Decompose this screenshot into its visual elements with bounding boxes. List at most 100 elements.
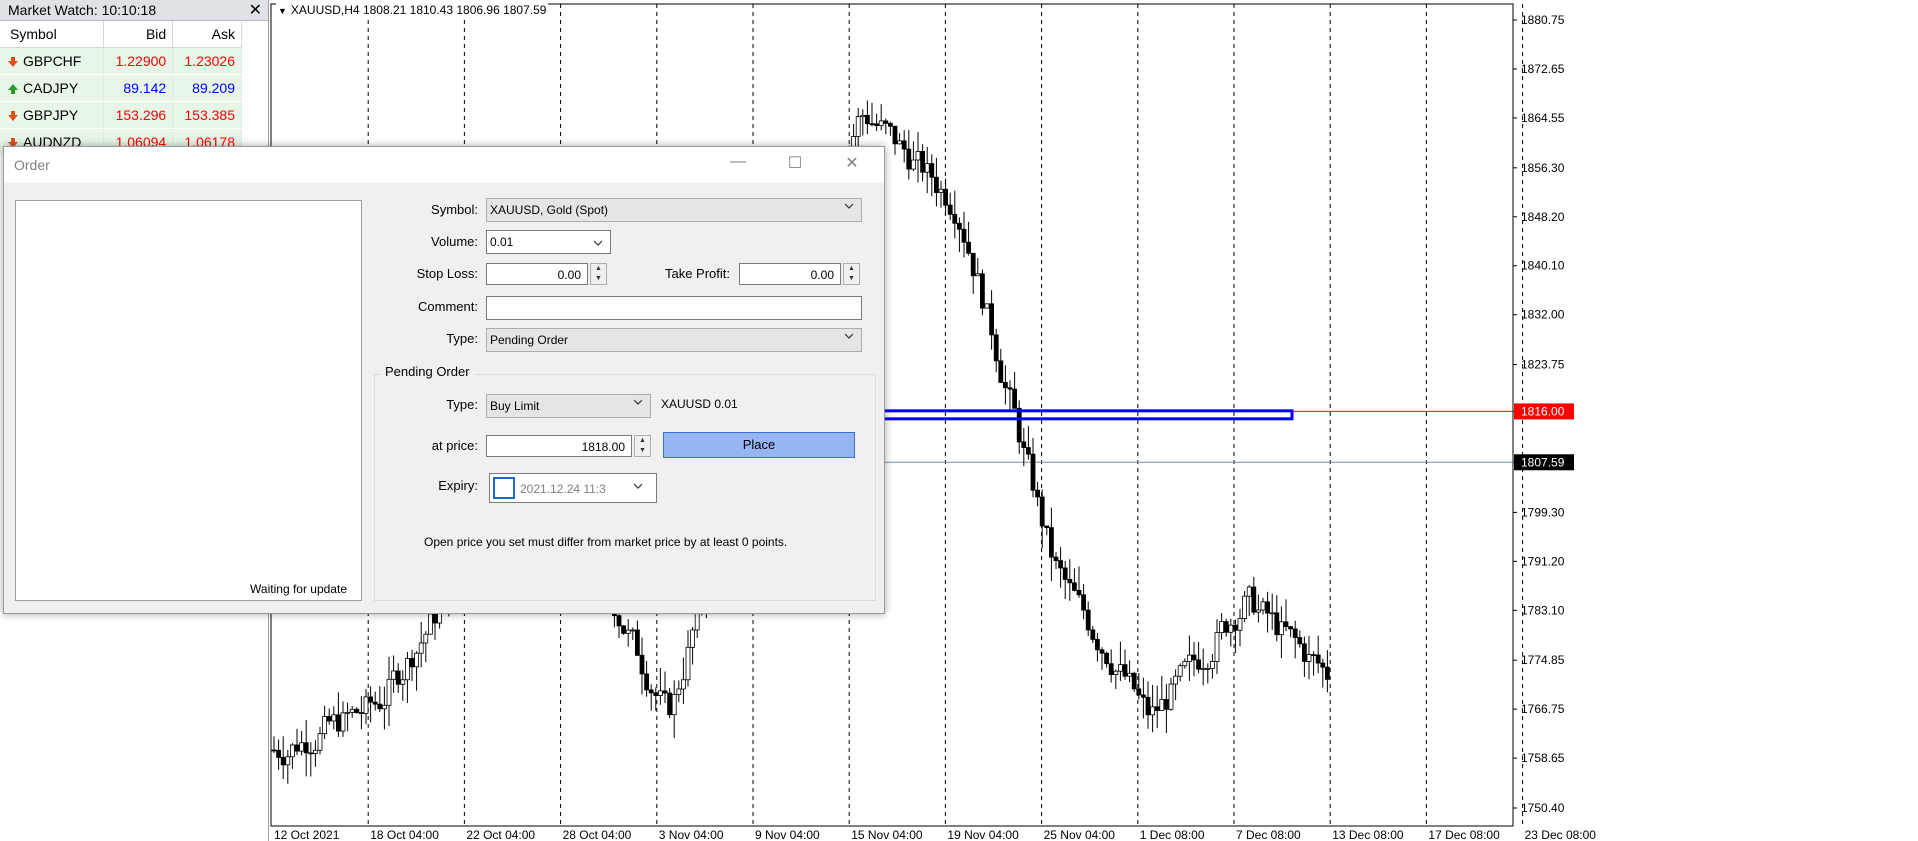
pending-type-select[interactable]: Buy Limit	[486, 394, 651, 418]
market-watch-row[interactable]: CADJPY 89.142 89.209	[0, 74, 242, 102]
arrow-up-icon[interactable]: ▲	[591, 264, 606, 274]
candle-body	[285, 756, 291, 766]
chevron-down-icon	[634, 483, 642, 489]
candle-body	[1016, 407, 1022, 443]
candle-body	[924, 163, 930, 173]
expiry-checkbox[interactable]	[493, 477, 515, 499]
take-profit-stepper[interactable]: ▲ ▼	[843, 263, 860, 285]
comment-field[interactable]	[486, 296, 862, 320]
price-axis-label: 1766.75	[1521, 702, 1565, 716]
stop-loss-stepper[interactable]: ▲ ▼	[590, 263, 607, 285]
time-axis-label: 7 Dec 08:00	[1236, 828, 1301, 841]
volume-label: Volume:	[431, 234, 478, 249]
candle-body	[368, 696, 373, 703]
candle-body	[934, 176, 939, 193]
pending-type-label: Type:	[446, 397, 478, 412]
order-type-select[interactable]: Pending Order	[486, 328, 862, 352]
candle-body	[382, 704, 387, 710]
candle-body	[1049, 527, 1054, 558]
arrow-up-icon[interactable]: ▲	[635, 436, 650, 446]
arrow-up-icon[interactable]: ▲	[844, 264, 859, 274]
candle-body	[1072, 582, 1077, 591]
column-header-bid[interactable]: Bid	[103, 21, 174, 48]
price-axis-label: 1750.40	[1521, 801, 1565, 815]
minimize-button[interactable]: —	[724, 153, 752, 177]
candle-body	[303, 742, 309, 754]
candle-body	[869, 123, 875, 126]
candle-body	[1256, 609, 1261, 613]
candle-body	[1196, 659, 1201, 670]
candle-body	[1182, 661, 1188, 667]
take-profit-field[interactable]: 0.00	[739, 263, 841, 285]
chevron-down-icon	[845, 203, 853, 209]
time-axis-label: 18 Oct 04:00	[370, 828, 439, 841]
order-titlebar[interactable]: Order — ☐ ✕	[4, 147, 884, 183]
candle-body	[888, 122, 893, 127]
close-icon[interactable]: ✕	[249, 0, 262, 20]
candle-body	[943, 188, 948, 206]
candle-body	[671, 694, 677, 716]
at-price-field[interactable]: 1818.00	[486, 435, 632, 457]
maximize-button[interactable]: ☐	[781, 153, 809, 177]
candle-body	[1292, 628, 1298, 638]
price-axis-label: 1848.20	[1521, 210, 1565, 224]
arrow-down-icon[interactable]: ▼	[591, 274, 606, 284]
time-axis-label: 23 Dec 08:00	[1525, 828, 1597, 841]
pending-summary: XAUUSD 0.01	[661, 397, 738, 411]
candle-body	[1136, 688, 1142, 696]
candle-body	[1164, 699, 1169, 710]
symbol-cell: GBPJPY	[0, 101, 105, 129]
candle-body	[883, 120, 889, 124]
candle-body	[404, 658, 410, 681]
expiry-picker[interactable]: 2021.12.24 11:3	[489, 473, 657, 503]
time-axis-label: 15 Nov 04:00	[851, 828, 923, 841]
at-price-label: at price:	[431, 438, 478, 453]
candle-body	[1067, 578, 1073, 584]
candle-body	[690, 629, 696, 648]
column-header-ask[interactable]: Ask	[172, 21, 242, 48]
place-button[interactable]: Place	[663, 432, 855, 458]
candle-body	[1274, 612, 1280, 636]
candle-body	[427, 613, 433, 635]
candle-body	[276, 749, 282, 758]
candle-body	[423, 633, 429, 644]
take-profit-value: 0.00	[810, 268, 834, 282]
candle-body	[317, 733, 323, 751]
stop-loss-field[interactable]: 0.00	[486, 263, 588, 285]
price-axis-label: 1872.65	[1521, 62, 1565, 76]
market-watch-row[interactable]: GBPJPY 153.296 153.385	[0, 101, 242, 129]
market-watch-row[interactable]: GBPCHF 1.22900 1.23026	[0, 47, 242, 75]
candle-body	[680, 679, 686, 690]
at-price-stepper[interactable]: ▲ ▼	[634, 435, 651, 457]
candle-body	[1237, 618, 1243, 631]
candle-body	[359, 712, 364, 715]
arrow-down-icon	[8, 111, 18, 121]
volume-value: 0.01	[490, 235, 514, 249]
candle-body	[1021, 441, 1027, 448]
close-button[interactable]: ✕	[838, 153, 866, 177]
arrow-down-icon[interactable]: ▼	[844, 274, 859, 284]
candle-body	[648, 689, 654, 694]
candle-body	[1039, 496, 1045, 527]
triangle-down-icon[interactable]: ▼	[278, 6, 287, 16]
candle-body	[1104, 652, 1109, 665]
column-header-symbol[interactable]: Symbol	[0, 21, 105, 48]
candle-body	[1012, 388, 1017, 409]
volume-select[interactable]: 0.01	[486, 230, 611, 254]
candle-body	[345, 711, 350, 714]
candle-body	[639, 654, 645, 675]
candle-body	[354, 708, 360, 713]
arrow-down-icon[interactable]: ▼	[635, 446, 650, 456]
candle-body	[957, 222, 962, 230]
candle-body	[1200, 667, 1206, 670]
candle-body	[970, 252, 976, 277]
candle-body	[1279, 621, 1284, 636]
candle-body	[1251, 586, 1257, 613]
candle-body	[685, 646, 691, 681]
time-axis-label: 28 Oct 04:00	[563, 828, 632, 841]
symbol-select[interactable]: XAUUSD, Gold (Spot)	[486, 198, 862, 222]
time-axis-label: 17 Dec 08:00	[1428, 828, 1500, 841]
candle-body	[331, 714, 337, 722]
candle-body	[915, 151, 921, 161]
candle-body	[644, 673, 650, 691]
